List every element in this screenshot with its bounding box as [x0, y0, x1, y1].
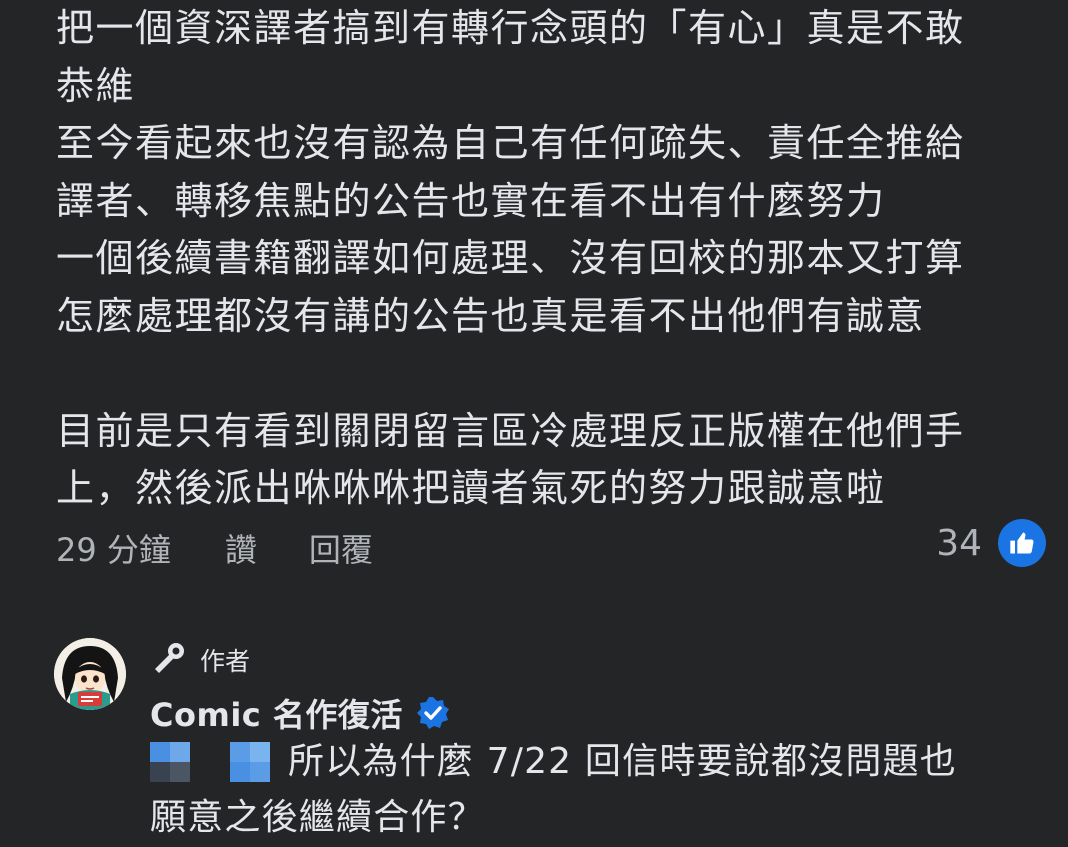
comment-line: 譯者、轉移焦點的公告也實在看不出有什麼努力: [56, 178, 886, 223]
verified-badge-icon: [415, 695, 451, 731]
microphone-icon: [152, 640, 188, 680]
thumbs-up-icon: [998, 519, 1046, 567]
reaction-summary[interactable]: 34: [936, 519, 1046, 567]
comment-actions: 29 分鐘 讚 回覆: [56, 523, 373, 573]
comment-line: 至今看起來也沒有認為自己有任何疏失、責任全推給: [56, 121, 965, 165]
comment-timestamp[interactable]: 29 分鐘: [56, 525, 171, 571]
comment-body: 把一個資深譯者搞到有轉行念頭的「有心」真是不敢 恭維 至今看起來也沒有認為自己有…: [56, 0, 1046, 518]
reply-line-text: 所以為什麼 7/22 回信時要說都沒問題也: [288, 741, 957, 782]
reply-line-text: 願意之後繼續合作？: [150, 797, 485, 838]
reply-line: 願意之後繼續合作？: [150, 790, 1050, 846]
author-name[interactable]: Comic 名作復活: [150, 690, 403, 736]
comment-line: 怎麼處理都沒有講的公告也真是看不出他們有誠意: [56, 293, 926, 338]
reply-text: 所以為什麼 7/22 回信時要說都沒問題也 願意之後繼續合作？: [150, 734, 1050, 846]
author-badge-label: 作者: [200, 647, 251, 676]
blurred-mention-icon[interactable]: [150, 742, 270, 782]
comment-line: 上，然後派出咻咻咻把讀者氣死的努力跟誠意啦: [56, 466, 886, 510]
author-name-row: Comic 名作復活: [150, 690, 451, 736]
comment-line: 一個後續書籍翻譯如何處理、沒有回校的那本又打算: [56, 236, 965, 280]
comment-line: 恭維: [56, 63, 136, 108]
like-button[interactable]: 讚: [225, 525, 257, 571]
comment-line: 把一個資深譯者搞到有轉行念頭的「有心」真是不敢: [56, 6, 965, 50]
author-avatar[interactable]: [54, 638, 126, 710]
comment-line: 目前是只有看到關閉留言區冷處理反正版權在他們手: [56, 408, 965, 453]
reaction-count: 34: [936, 522, 982, 564]
author-badge: 作者: [152, 640, 250, 680]
reply-button[interactable]: 回覆: [309, 525, 373, 571]
reply-line: 所以為什麼 7/22 回信時要說都沒問題也: [150, 734, 1050, 790]
